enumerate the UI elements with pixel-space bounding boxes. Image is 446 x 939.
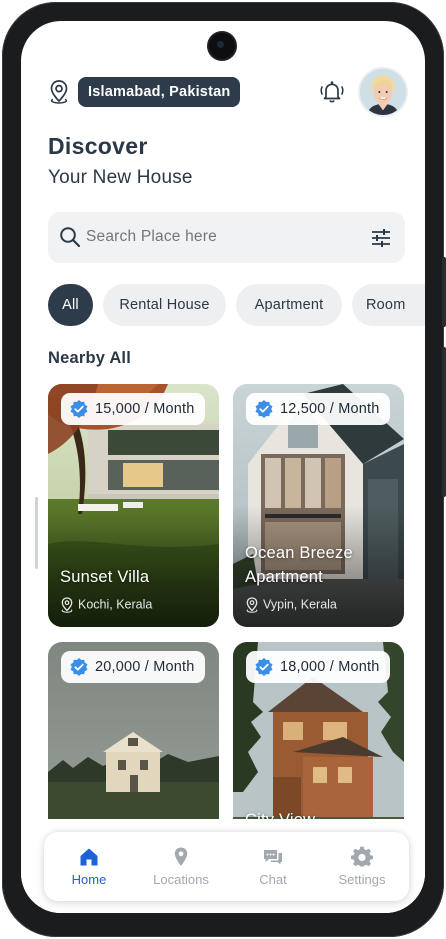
phone-frame: Islamabad, Pakistan Discover Your New Ho… <box>2 2 446 937</box>
top-bar: Islamabad, Pakistan <box>48 67 408 121</box>
power-button <box>442 257 446 327</box>
listing-card[interactable]: 12,500 / Month Ocean Breeze Apartment Vy… <box>233 384 404 627</box>
chip-all[interactable]: All <box>48 284 93 326</box>
chip-room[interactable]: Room <box>352 284 425 326</box>
listing-name: Ocean Breeze Apartment <box>245 544 353 586</box>
nav-locations[interactable]: Locations <box>136 846 226 894</box>
front-camera <box>209 33 235 59</box>
price-badge: 18,000 / Month <box>246 651 390 683</box>
listing-location: Vypin, Kerala <box>245 595 337 613</box>
search-bar[interactable] <box>48 212 405 263</box>
bell-icon[interactable] <box>318 79 346 105</box>
scroll-indicator[interactable] <box>35 497 38 569</box>
location-chip[interactable]: Islamabad, Pakistan <box>78 77 241 107</box>
price-text: 15,000 / Month <box>95 401 195 417</box>
search-input[interactable] <box>86 228 356 246</box>
verified-icon <box>70 658 88 676</box>
page-title: Discover <box>48 133 148 159</box>
search-icon <box>60 227 81 248</box>
location-pin-icon <box>61 597 73 613</box>
category-chips: All Rental House Apartment Room <box>48 284 425 326</box>
app-screen: Islamabad, Pakistan Discover Your New Ho… <box>21 21 425 913</box>
section-title: Nearby All <box>48 349 132 367</box>
location-icon <box>174 847 188 866</box>
listing-name: Sunset Villa <box>60 568 150 586</box>
price-badge: 12,500 / Month <box>246 393 390 425</box>
nav-home[interactable]: Home <box>44 846 134 894</box>
listing-location-text: Kochi, Kerala <box>78 597 153 612</box>
price-text: 12,500 / Month <box>280 401 380 417</box>
chat-icon <box>264 850 282 865</box>
verified-icon <box>70 400 88 418</box>
home-icon <box>80 848 98 866</box>
settings-icon <box>351 846 373 867</box>
volume-button <box>442 347 446 497</box>
price-badge: 15,000 / Month <box>61 393 205 425</box>
verified-icon <box>255 400 273 418</box>
listing-card[interactable]: 15,000 / Month Sunset Villa Kochi, Keral… <box>48 384 219 627</box>
price-text: 18,000 / Month <box>280 659 380 675</box>
page-subtitle: Your New House <box>48 167 193 188</box>
nav-settings-label: Settings <box>338 872 386 887</box>
location-pin-icon <box>246 597 258 613</box>
nav-home-label: Home <box>71 872 107 887</box>
map-pin-icon <box>50 80 68 104</box>
nav-locations-label: Locations <box>153 872 209 887</box>
verified-icon <box>255 658 273 676</box>
avatar[interactable] <box>358 67 408 117</box>
listing-location: Kochi, Kerala <box>60 595 152 613</box>
price-text: 20,000 / Month <box>95 659 195 675</box>
listing-location-text: Vypin, Kerala <box>263 597 337 612</box>
nav-chat[interactable]: Chat <box>228 846 318 894</box>
nav-settings[interactable]: Settings <box>317 846 407 894</box>
chip-apartment[interactable]: Apartment <box>236 284 342 326</box>
bottom-nav: Home Locations Chat Settings <box>44 832 409 901</box>
price-badge: 20,000 / Month <box>61 651 205 683</box>
nav-chat-label: Chat <box>259 872 287 887</box>
chip-rental-house[interactable]: Rental House <box>103 284 226 326</box>
filter-icon[interactable] <box>369 226 393 250</box>
